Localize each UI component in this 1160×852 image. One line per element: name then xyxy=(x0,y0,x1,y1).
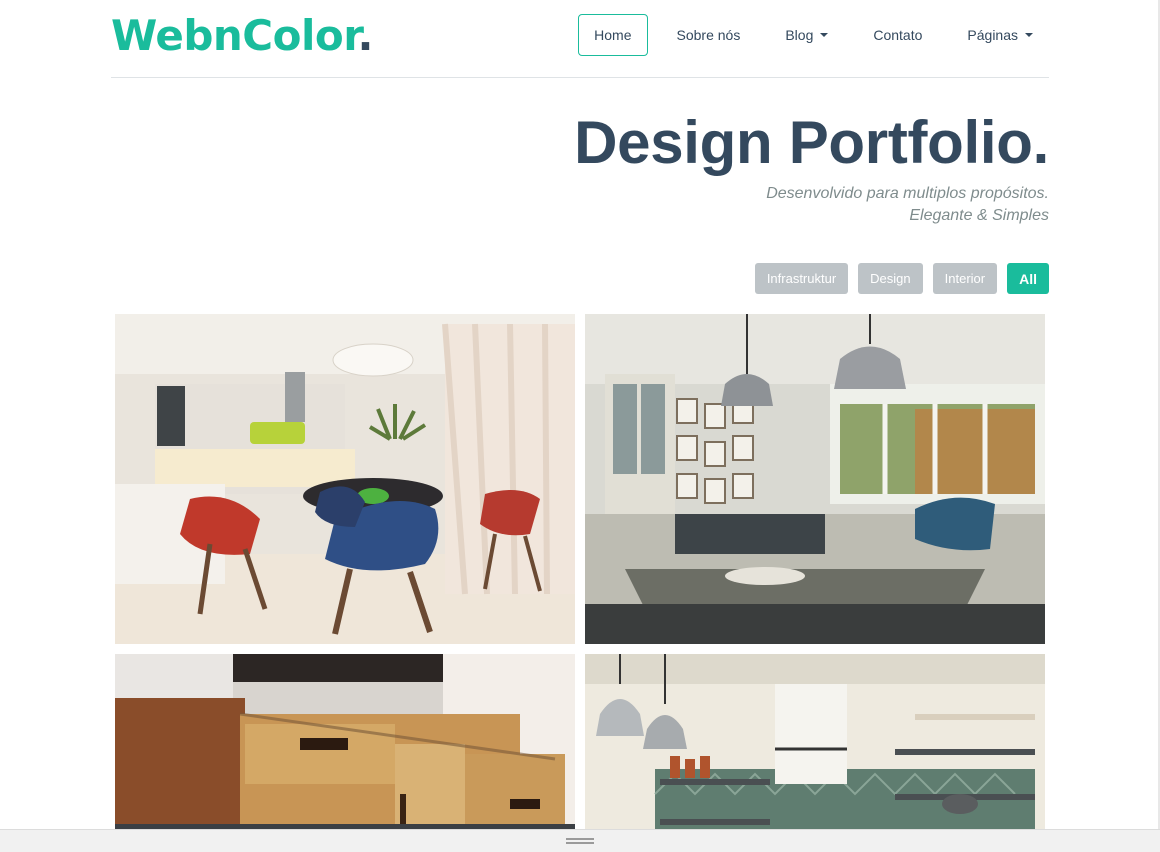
nav-pages[interactable]: Páginas xyxy=(951,14,1049,56)
nav-contact[interactable]: Contato xyxy=(857,14,938,56)
living-room-image xyxy=(585,314,1045,644)
nav-home-label: Home xyxy=(594,27,632,43)
site-logo[interactable]: WebnColor. xyxy=(111,12,373,60)
chevron-down-icon xyxy=(820,33,829,37)
page-container: WebnColor. Home Sobre nós Blog Contato P… xyxy=(111,0,1049,294)
filter-design[interactable]: Design xyxy=(858,263,923,294)
page-subtitle-line1: Desenvolvido para multiplos propósitos. xyxy=(766,185,1049,202)
nav-blog[interactable]: Blog xyxy=(769,14,844,56)
portfolio-item-tv-cabinet[interactable] xyxy=(115,654,575,830)
nav-about[interactable]: Sobre nós xyxy=(661,14,757,56)
nav-pages-label: Páginas xyxy=(967,27,1018,43)
portfolio-filters: Infrastruktur Design Interior All xyxy=(745,263,1049,294)
nav-about-label: Sobre nós xyxy=(676,27,741,43)
portfolio-item-kitchen-shelves[interactable] xyxy=(585,654,1045,830)
logo-dot: . xyxy=(357,11,373,60)
nav-contact-label: Contato xyxy=(873,27,923,43)
chevron-down-icon xyxy=(1025,33,1033,37)
kitchen-shelves-image xyxy=(585,654,1045,830)
portfolio-item-kitchen-dining[interactable] xyxy=(115,314,575,644)
portfolio-item-living-room[interactable] xyxy=(585,314,1045,644)
tv-cabinet-image xyxy=(115,654,575,830)
kitchen-dining-image xyxy=(115,314,575,644)
filter-interior[interactable]: Interior xyxy=(932,263,998,294)
bottom-resize-bar[interactable] xyxy=(0,829,1160,852)
nav-blog-label: Blog xyxy=(785,27,814,43)
page-subtitle-line2: Elegante & Simples xyxy=(909,207,1049,224)
nav-home[interactable]: Home xyxy=(578,14,648,56)
filter-all[interactable]: All xyxy=(1007,263,1049,294)
drag-handle-icon[interactable] xyxy=(566,838,594,844)
site-header: WebnColor. Home Sobre nós Blog Contato P… xyxy=(111,0,1049,78)
filter-infrastruktur[interactable]: Infrastruktur xyxy=(754,263,849,294)
logo-text: WebnColor xyxy=(111,11,358,60)
page-title: Design Portfolio. xyxy=(574,109,1049,176)
main-nav: Home Sobre nós Blog Contato Páginas xyxy=(578,14,1049,56)
